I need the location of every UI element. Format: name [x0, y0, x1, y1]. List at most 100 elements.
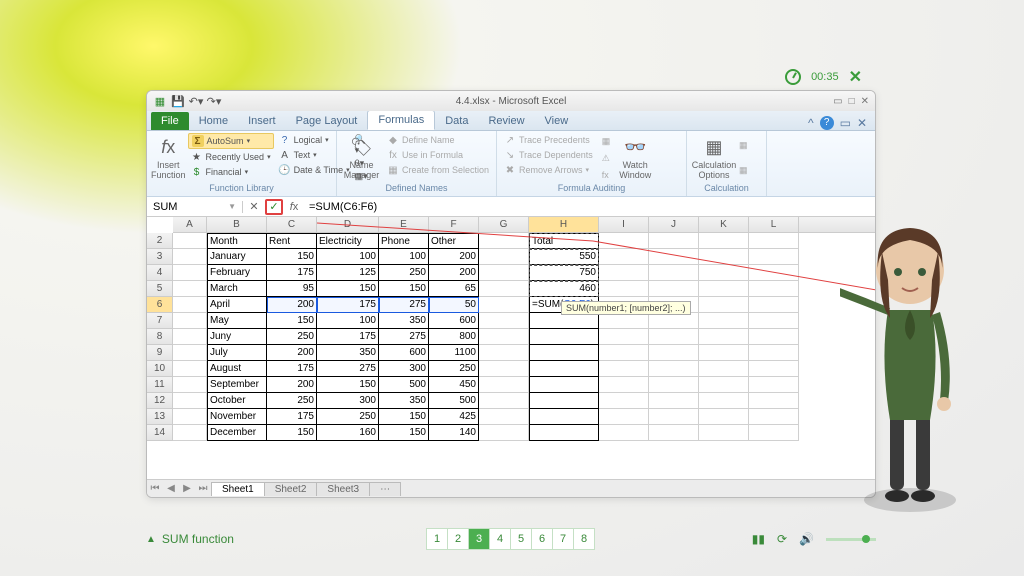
cell-F14[interactable]: 140: [429, 425, 479, 441]
cell-C5[interactable]: 95: [267, 281, 317, 297]
page-7[interactable]: 7: [552, 528, 574, 550]
tab-insert[interactable]: Insert: [238, 112, 286, 130]
cell-B8[interactable]: Juny: [207, 329, 267, 345]
col-header-A[interactable]: A: [173, 217, 207, 232]
pause-button[interactable]: ▮▮: [752, 532, 765, 546]
page-4[interactable]: 4: [489, 528, 511, 550]
cell-E10[interactable]: 300: [379, 361, 429, 377]
cell-H5[interactable]: 460: [529, 281, 599, 297]
cell-C7[interactable]: 150: [267, 313, 317, 329]
cell-B10[interactable]: August: [207, 361, 267, 377]
sheet-nav-last[interactable]: ⏭: [195, 483, 211, 494]
row-header-13[interactable]: 13: [147, 409, 173, 425]
cell-C13[interactable]: 175: [267, 409, 317, 425]
cell-A3[interactable]: [173, 249, 207, 265]
cell-E12[interactable]: 350: [379, 393, 429, 409]
cancel-formula-button[interactable]: ✕: [245, 199, 263, 215]
row-header-10[interactable]: 10: [147, 361, 173, 377]
name-box[interactable]: SUM▼: [147, 201, 243, 213]
cell-I10[interactable]: [599, 361, 649, 377]
cell-K7[interactable]: [699, 313, 749, 329]
cell-F9[interactable]: 1100: [429, 345, 479, 361]
cell-G7[interactable]: [479, 313, 529, 329]
cell-L10[interactable]: [749, 361, 799, 377]
cell-A4[interactable]: [173, 265, 207, 281]
cell-D13[interactable]: 250: [317, 409, 379, 425]
cell-A5[interactable]: [173, 281, 207, 297]
cell-E3[interactable]: 100: [379, 249, 429, 265]
cell-C12[interactable]: 250: [267, 393, 317, 409]
cell-D14[interactable]: 160: [317, 425, 379, 441]
col-header-K[interactable]: K: [699, 217, 749, 232]
cell-C3[interactable]: 150: [267, 249, 317, 265]
cell-I8[interactable]: [599, 329, 649, 345]
col-header-H[interactable]: H: [529, 217, 599, 232]
cell-L9[interactable]: [749, 345, 799, 361]
insert-function-button[interactable]: fxInsert Function: [151, 133, 186, 183]
cell-H7[interactable]: [529, 313, 599, 329]
cell-H4[interactable]: 750: [529, 265, 599, 281]
autosum-button[interactable]: ΣAutoSum▾: [188, 133, 274, 149]
define-name-button[interactable]: ◆Define Name: [384, 133, 492, 147]
cell-C8[interactable]: 250: [267, 329, 317, 345]
tab-file[interactable]: File: [151, 112, 189, 130]
cell-H3[interactable]: 550: [529, 249, 599, 265]
row-header-3[interactable]: 3: [147, 249, 173, 265]
cell-A14[interactable]: [173, 425, 207, 441]
cell-B6[interactable]: April: [207, 297, 267, 313]
cell-K13[interactable]: [699, 409, 749, 425]
cell-G6[interactable]: [479, 297, 529, 313]
cell-K10[interactable]: [699, 361, 749, 377]
cell-A6[interactable]: [173, 297, 207, 313]
cell-E14[interactable]: 150: [379, 425, 429, 441]
cell-A2[interactable]: [173, 233, 207, 249]
cell-G12[interactable]: [479, 393, 529, 409]
cell-I5[interactable]: [599, 281, 649, 297]
cell-I4[interactable]: [599, 265, 649, 281]
page-2[interactable]: 2: [447, 528, 469, 550]
redo-icon[interactable]: ↷▾: [207, 94, 221, 108]
minimize-button[interactable]: ▭: [833, 96, 842, 107]
cell-C11[interactable]: 200: [267, 377, 317, 393]
cell-G8[interactable]: [479, 329, 529, 345]
cell-D2[interactable]: Electricity: [317, 233, 379, 249]
cell-G4[interactable]: [479, 265, 529, 281]
cell-L12[interactable]: [749, 393, 799, 409]
sheet-tab-1[interactable]: Sheet1: [211, 482, 265, 496]
cell-E5[interactable]: 150: [379, 281, 429, 297]
cell-D8[interactable]: 175: [317, 329, 379, 345]
cell-G9[interactable]: [479, 345, 529, 361]
row-header-5[interactable]: 5: [147, 281, 173, 297]
row-header-11[interactable]: 11: [147, 377, 173, 393]
cell-K2[interactable]: [699, 233, 749, 249]
cell-B14[interactable]: December: [207, 425, 267, 441]
calc-options-button[interactable]: ▦Calculation Options: [691, 133, 737, 183]
cell-D3[interactable]: 100: [317, 249, 379, 265]
row-header-14[interactable]: 14: [147, 425, 173, 441]
cell-J5[interactable]: [649, 281, 699, 297]
cell-C14[interactable]: 150: [267, 425, 317, 441]
tab-view[interactable]: View: [535, 112, 579, 130]
watch-window-button[interactable]: 👓Watch Window: [612, 133, 658, 183]
cell-K6[interactable]: [699, 297, 749, 313]
cell-C6[interactable]: 200: [267, 297, 317, 313]
row-header-6[interactable]: 6: [147, 297, 173, 313]
fx-button[interactable]: fx: [285, 199, 303, 215]
cell-K3[interactable]: [699, 249, 749, 265]
cell-K8[interactable]: [699, 329, 749, 345]
cell-G11[interactable]: [479, 377, 529, 393]
cell-D4[interactable]: 125: [317, 265, 379, 281]
window-restore-icon[interactable]: ▭: [840, 116, 851, 130]
cell-B9[interactable]: July: [207, 345, 267, 361]
name-manager-button[interactable]: 🏷Name Manager: [341, 133, 382, 183]
cell-D6[interactable]: 175: [317, 297, 379, 313]
sheet-nav-first[interactable]: ⏮: [147, 483, 163, 494]
cell-L13[interactable]: [749, 409, 799, 425]
formula-input[interactable]: =SUM(C6:F6): [305, 201, 875, 213]
cell-F10[interactable]: 250: [429, 361, 479, 377]
trace-dependents-button[interactable]: ↘Trace Dependents: [501, 148, 596, 162]
row-header-9[interactable]: 9: [147, 345, 173, 361]
cell-F2[interactable]: Other: [429, 233, 479, 249]
page-3[interactable]: 3: [468, 528, 490, 550]
help-icon[interactable]: ?: [820, 116, 834, 130]
